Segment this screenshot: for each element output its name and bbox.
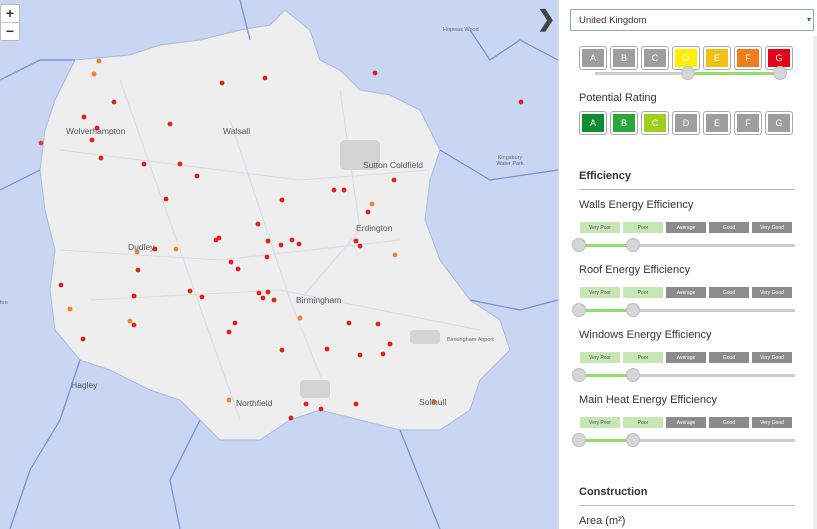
map-label-northfield: Northfield	[236, 398, 273, 408]
map-label-dudley: Dudley	[128, 242, 155, 252]
map-label-hagley: Hagley	[71, 380, 98, 390]
map-label-solihull: Solihull	[419, 397, 447, 407]
walls-efficiency-slider-min-handle[interactable]	[572, 238, 586, 252]
windows-efficiency-slider-max-handle[interactable]	[626, 368, 640, 382]
chevron-down-icon: ▾	[806, 15, 811, 24]
current-rating-button-a[interactable]: A	[580, 47, 606, 69]
map-label-wolverhampton: Wolverhampton	[66, 126, 126, 136]
current-rating-slider-range	[687, 72, 781, 75]
current-rating-button-e[interactable]: E	[704, 47, 730, 69]
windows-efficiency-average-button[interactable]: Average	[665, 351, 707, 364]
heat-efficiency-very-good-button[interactable]: Very Good	[751, 416, 793, 429]
heat-efficiency-slider-min-handle[interactable]	[572, 433, 586, 447]
current-rating-slider-max-handle[interactable]	[773, 66, 787, 80]
map-label-airport: Birmingham Airport	[447, 337, 494, 343]
roof-efficiency-slider-range	[579, 309, 633, 312]
map-label-sutton-coldfield: Sutton Coldfield	[363, 160, 424, 170]
windows-efficiency-title: Windows Energy Efficiency	[579, 329, 712, 341]
heat-efficiency-buttons: Very Poor Poor Average Good Very Good	[579, 416, 793, 429]
map-tiles	[0, 0, 558, 529]
walls-efficiency-poor-button[interactable]: Poor	[622, 221, 664, 234]
roof-efficiency-title: Roof Energy Efficiency	[579, 264, 691, 276]
windows-efficiency-very-good-button[interactable]: Very Good	[751, 351, 793, 364]
windows-efficiency-slider-range	[579, 374, 633, 377]
windows-efficiency-slider-min-handle[interactable]	[572, 368, 586, 382]
collapse-panel-icon[interactable]: ❯	[537, 6, 555, 32]
country-select-value: United Kingdom	[579, 15, 647, 26]
country-select[interactable]: United Kingdom ▾	[570, 9, 814, 31]
zoom-in-button[interactable]: +	[1, 5, 19, 23]
filter-panel: United Kingdom ▾ ABCDEFG Potential Ratin…	[558, 0, 817, 529]
walls-efficiency-slider-range	[579, 244, 633, 247]
potential-rating-button-a[interactable]: A	[580, 112, 606, 134]
walls-efficiency-slider-max-handle[interactable]	[626, 238, 640, 252]
current-rating-button-b[interactable]: B	[611, 47, 637, 69]
potential-rating-title: Potential Rating	[579, 92, 657, 104]
walls-efficiency-title: Walls Energy Efficiency	[579, 199, 694, 211]
roof-efficiency-good-button[interactable]: Good	[708, 286, 750, 299]
zoom-control: + −	[0, 4, 20, 41]
roof-efficiency-slider-max-handle[interactable]	[626, 303, 640, 317]
roof-efficiency-very-poor-button[interactable]: Very Poor	[579, 286, 621, 299]
roof-efficiency-buttons: Very Poor Poor Average Good Very Good	[579, 286, 793, 299]
roof-efficiency-average-button[interactable]: Average	[665, 286, 707, 299]
heat-efficiency-slider[interactable]	[572, 433, 795, 447]
map-label-erdington: Erdington	[356, 223, 393, 233]
potential-rating-button-e[interactable]: E	[704, 112, 730, 134]
walls-efficiency-average-button[interactable]: Average	[665, 221, 707, 234]
walls-efficiency-very-poor-button[interactable]: Very Poor	[579, 221, 621, 234]
map-label-birmingham: Birmingham	[296, 295, 342, 305]
panel-scrollbar[interactable]	[813, 36, 817, 529]
windows-efficiency-slider[interactable]	[572, 368, 795, 382]
heat-efficiency-average-button[interactable]: Average	[665, 416, 707, 429]
construction-title: Construction	[579, 486, 648, 498]
efficiency-divider	[579, 189, 795, 190]
heat-efficiency-good-button[interactable]: Good	[708, 416, 750, 429]
map-label-walsall: Walsall	[223, 126, 251, 136]
walls-efficiency-good-button[interactable]: Good	[708, 221, 750, 234]
windows-efficiency-good-button[interactable]: Good	[708, 351, 750, 364]
walls-efficiency-slider[interactable]	[572, 238, 795, 252]
potential-rating-button-f[interactable]: F	[735, 112, 761, 134]
heat-efficiency-poor-button[interactable]: Poor	[622, 416, 664, 429]
heat-efficiency-slider-range	[579, 439, 633, 442]
potential-rating-button-d[interactable]: D	[673, 112, 699, 134]
roof-efficiency-slider[interactable]	[572, 303, 795, 317]
walls-efficiency-buttons: Very Poor Poor Average Good Very Good	[579, 221, 793, 234]
roof-efficiency-poor-button[interactable]: Poor	[622, 286, 664, 299]
current-rating-slider[interactable]	[595, 66, 787, 80]
efficiency-title: Efficiency	[579, 170, 631, 182]
potential-rating-buttons: ABCDEFG	[580, 112, 792, 134]
map-label-kingsbury: Kingsbury Water Park	[496, 155, 524, 167]
current-rating-button-c[interactable]: C	[642, 47, 668, 69]
heat-efficiency-title: Main Heat Energy Efficiency	[579, 394, 717, 406]
roof-efficiency-very-good-button[interactable]: Very Good	[751, 286, 793, 299]
windows-efficiency-buttons: Very Poor Poor Average Good Very Good	[579, 351, 793, 364]
potential-rating-button-c[interactable]: C	[642, 112, 668, 134]
heat-efficiency-very-poor-button[interactable]: Very Poor	[579, 416, 621, 429]
area-label: Area (m²)	[579, 515, 626, 527]
map-label-hopwas: Hopwas Wood	[443, 27, 479, 33]
potential-rating-button-b[interactable]: B	[611, 112, 637, 134]
windows-efficiency-very-poor-button[interactable]: Very Poor	[579, 351, 621, 364]
map-label-edge: ton	[0, 300, 8, 306]
construction-divider	[579, 505, 795, 506]
map-view[interactable]: + − ❯ Wolverhampton Walsall Sutton Coldf…	[0, 0, 558, 529]
heat-efficiency-slider-max-handle[interactable]	[626, 433, 640, 447]
current-rating-button-f[interactable]: F	[735, 47, 761, 69]
walls-efficiency-very-good-button[interactable]: Very Good	[751, 221, 793, 234]
zoom-out-button[interactable]: −	[1, 23, 19, 40]
current-rating-slider-min-handle[interactable]	[681, 66, 695, 80]
windows-efficiency-poor-button[interactable]: Poor	[622, 351, 664, 364]
potential-rating-button-g[interactable]: G	[766, 112, 792, 134]
roof-efficiency-slider-min-handle[interactable]	[572, 303, 586, 317]
